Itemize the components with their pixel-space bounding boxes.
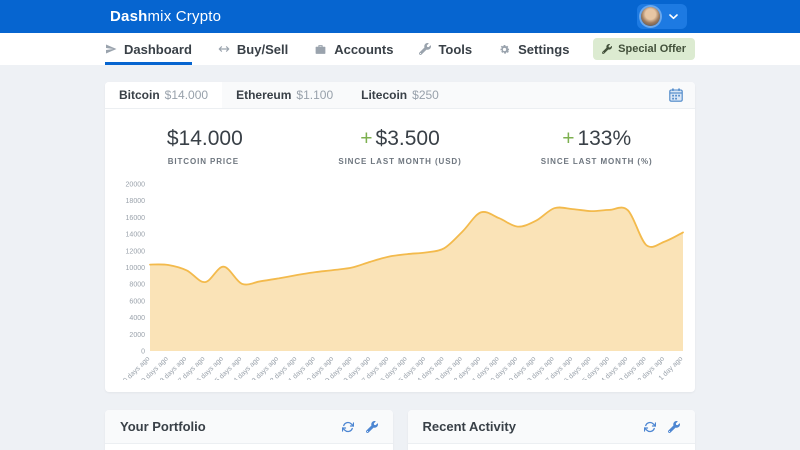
nav-item-accounts[interactable]: Accounts [314, 33, 393, 65]
wrench-icon [668, 421, 680, 433]
panel-header: Recent Activity [408, 410, 696, 444]
calendar-icon [669, 88, 683, 102]
options-button[interactable] [366, 421, 378, 433]
user-menu-button[interactable] [637, 4, 687, 29]
nav-label: Dashboard [124, 42, 192, 57]
svg-text:6000: 6000 [129, 298, 145, 305]
refresh-icon [342, 421, 354, 433]
bitcoin-overview-card: Bitcoin $14.000 Ethereum $1.100 Litecoin… [105, 82, 695, 392]
stat-value: +133% [498, 127, 695, 151]
options-button[interactable] [668, 421, 680, 433]
main-nav: Dashboard Buy/Sell Accounts Tools Settin… [0, 33, 800, 65]
plus-sign: + [562, 127, 574, 150]
brand-bold: Dash [110, 8, 147, 25]
svg-text:0: 0 [141, 349, 145, 356]
stat-label: BITCOIN PRICE [105, 157, 302, 166]
brand-logo: Dashmix Crypto [110, 8, 221, 25]
coin-tabs-bar: Bitcoin $14.000 Ethereum $1.100 Litecoin… [105, 82, 695, 109]
chevron-down-icon [669, 14, 678, 20]
refresh-button[interactable] [342, 421, 354, 433]
panel-title: Recent Activity [423, 419, 516, 434]
tab-coin-price: $14.000 [165, 88, 208, 102]
brand-rest: mix Crypto [147, 8, 221, 25]
tab-coin-price: $250 [412, 88, 439, 102]
briefcase-icon [314, 43, 327, 56]
chart-area: 0 2000 4000 6000 8000 10000 12000 14000 16000 180… [105, 180, 695, 392]
calendar-button[interactable] [657, 82, 695, 108]
wrench-icon [366, 421, 378, 433]
nav-label: Buy/Sell [237, 42, 288, 57]
svg-text:14000: 14000 [126, 232, 146, 239]
nav-label: Settings [518, 42, 569, 57]
refresh-icon [644, 421, 656, 433]
bottom-panels-row: Your Portfolio [105, 410, 695, 450]
stat-change-usd: +$3.500 SINCE LAST MONTH (USD) [302, 127, 499, 166]
recent-activity-panel: Recent Activity [408, 410, 696, 450]
tab-coin-name: Litecoin [361, 88, 407, 102]
tab-coin-price: $1.100 [296, 88, 333, 102]
nav-item-dashboard[interactable]: Dashboard [105, 33, 192, 65]
tab-litecoin[interactable]: Litecoin $250 [347, 82, 453, 108]
svg-text:2000: 2000 [129, 332, 145, 339]
stat-label: SINCE LAST MONTH (USD) [302, 157, 499, 166]
svg-text:10000: 10000 [126, 265, 146, 272]
svg-text:4000: 4000 [129, 315, 145, 322]
nav-item-buy-sell[interactable]: Buy/Sell [218, 33, 288, 65]
stat-label: SINCE LAST MONTH (%) [498, 157, 695, 166]
wrench-icon [419, 43, 431, 55]
stat-value: $14.000 [105, 127, 302, 151]
wrench-icon [602, 44, 612, 54]
panel-header: Your Portfolio [105, 410, 393, 444]
stat-value: +$3.500 [302, 127, 499, 151]
svg-text:8000: 8000 [129, 282, 145, 289]
stat-change-percent: +133% SINCE LAST MONTH (%) [498, 127, 695, 166]
stat-number: $14.000 [167, 127, 243, 150]
main-content: Bitcoin $14.000 Ethereum $1.100 Litecoin… [0, 65, 800, 450]
tab-coin-name: Bitcoin [119, 88, 160, 102]
avatar [641, 7, 660, 26]
svg-text:18000: 18000 [126, 198, 146, 205]
nav-label: Tools [438, 42, 472, 57]
stats-row: $14.000 BITCOIN PRICE +$3.500 SINCE LAST… [105, 109, 695, 180]
svg-text:16000: 16000 [126, 215, 146, 222]
plus-sign: + [360, 127, 372, 150]
stat-number: $3.500 [376, 127, 440, 150]
stat-number: 133% [577, 127, 631, 150]
bitcoin-price-area-chart: 0 2000 4000 6000 8000 10000 12000 14000 16000 180… [112, 180, 687, 380]
svg-text:20000: 20000 [126, 182, 146, 189]
tab-ethereum[interactable]: Ethereum $1.100 [222, 82, 347, 108]
svg-text:12000: 12000 [126, 248, 146, 255]
tab-bitcoin[interactable]: Bitcoin $14.000 [105, 82, 222, 108]
nav-item-settings[interactable]: Settings [498, 33, 569, 65]
rocket-icon [105, 43, 117, 55]
nav-item-tools[interactable]: Tools [419, 33, 472, 65]
nav-label: Accounts [334, 42, 393, 57]
panel-title: Your Portfolio [120, 419, 206, 434]
gear-icon [498, 43, 511, 56]
stat-bitcoin-price: $14.000 BITCOIN PRICE [105, 127, 302, 166]
tab-coin-name: Ethereum [236, 88, 291, 102]
exchange-arrows-icon [218, 43, 230, 55]
special-offer-button[interactable]: Special Offer [593, 38, 695, 60]
top-header-bar: Dashmix Crypto [0, 0, 800, 33]
special-offer-label: Special Offer [618, 43, 686, 55]
refresh-button[interactable] [644, 421, 656, 433]
your-portfolio-panel: Your Portfolio [105, 410, 393, 450]
